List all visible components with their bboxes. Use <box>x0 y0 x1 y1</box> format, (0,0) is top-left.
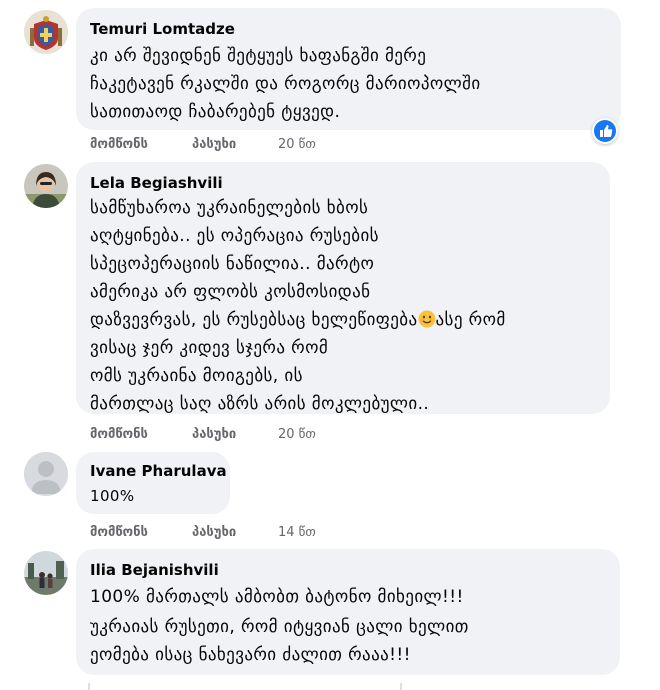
comment-author[interactable]: Lela Begiashvili <box>90 174 223 192</box>
comment-text-line: აღტყინება.. ეს ოპერაცია რუსების <box>90 226 379 246</box>
comment-text-line: ჩაკეტავენ რკალში და როგორც მარიოპოლში <box>90 74 481 94</box>
reply-button[interactable]: პასუხი <box>192 137 236 152</box>
comment-text-line: ამერიკა არ ფლობს კოსმოსიდან <box>90 282 371 302</box>
comment-text-line: მართლაც საღ აზრს არის მოკლებული.. <box>90 394 430 414</box>
comment-actions: მომწონს პასუხი 14 წთ <box>90 525 350 543</box>
comment-text-line-with-emoji: დაზვევრვას, ეს რუსებსაც ხელეწიფება ასე რ… <box>90 310 506 330</box>
comment-item: Ivane Pharulava 100% მომწონს პასუხი 14 წ… <box>0 450 660 545</box>
comment-item: Lela Begiashvili სამწუხაროა უკრაინელების… <box>0 160 660 450</box>
comment-text-line: ვისაც ჯერ კიდევ სჯერა რომ <box>90 338 329 358</box>
comment-author[interactable]: Ilia Bejanishvili <box>90 561 219 579</box>
comment-author[interactable]: Temuri Lomtadze <box>90 20 235 38</box>
comment-author[interactable]: Ivane Pharulava <box>90 462 227 480</box>
default-person-avatar[interactable] <box>24 452 68 496</box>
comment-timestamp[interactable]: 20 წთ <box>278 137 316 152</box>
comment-timestamp[interactable]: 14 წთ <box>278 525 316 540</box>
default-person-icon <box>24 452 68 496</box>
woman-photo-avatar[interactable] <box>24 164 68 208</box>
like-button[interactable]: მომწონს <box>90 525 148 540</box>
like-icon <box>600 125 613 137</box>
like-button[interactable]: მომწონს <box>90 137 148 152</box>
reaction-badge[interactable] <box>592 118 618 144</box>
outdoor-photo-icon <box>24 551 68 595</box>
comment-timestamp[interactable]: 20 წთ <box>278 427 316 442</box>
comment-text-line: ეომება ისაც ნახევარი ძალით რააა!!! <box>90 645 411 665</box>
reply-button[interactable]: პასუხი <box>192 525 236 540</box>
comment-text-line: 100% მართალს ამბობთ ბატონო მიხეილ!!! <box>90 587 464 607</box>
comment-text-line: სამწუხაროა უკრაინელების ხბოს <box>90 198 369 218</box>
comment-bubble: Ilia Bejanishvili 100% მართალს ამბობთ ბა… <box>76 549 620 675</box>
outdoor-photo-avatar[interactable] <box>24 551 68 595</box>
comment-actions: მომწონს პასუხი 20 წთ <box>90 427 350 445</box>
comment-item: Ilia Bejanishvili 100% მართალს ამბობთ ბა… <box>0 545 660 690</box>
person-photo-icon <box>24 164 68 208</box>
like-button[interactable]: მომწონს <box>90 427 148 442</box>
coat-of-arms-avatar[interactable] <box>24 10 68 54</box>
thread-connector <box>400 683 402 690</box>
comment-bubble: Ivane Pharulava 100% <box>76 452 230 514</box>
comment-item: Temuri Lomtadze კი არ შევიდნენ შეტყუეს ხ… <box>0 0 660 160</box>
comment-bubble: Lela Begiashvili სამწუხაროა უკრაინელების… <box>76 162 610 414</box>
comment-actions: მომწონს პასუხი 20 წთ <box>90 137 350 155</box>
coat-of-arms-icon <box>24 10 68 54</box>
comment-text-segment: დაზვევრვას, ეს რუსებსაც ხელეწიფება <box>90 310 418 330</box>
comment-bubble: Temuri Lomtadze კი არ შევიდნენ შეტყუეს ხ… <box>76 8 621 130</box>
comment-text-line: სათითაოდ ჩაბარებენ ტყვედ. <box>90 102 341 122</box>
comment-text-line: უკრაიას რუსეთი, რომ იტყვიან ცალი ხელით <box>90 617 469 637</box>
thread-connector <box>88 683 90 690</box>
comment-text-segment: ასე რომ <box>435 310 506 330</box>
comment-text-line: კი არ შევიდნენ შეტყუეს ხაფანგში მერე <box>90 46 427 66</box>
reply-button[interactable]: პასუხი <box>192 427 236 442</box>
comment-text-line: 100% <box>90 487 135 505</box>
smiling-face-emoji-icon <box>418 310 435 328</box>
comment-text-line: ომს უკრაინა მოიგებს, ის <box>90 366 303 386</box>
comment-text-line: სპეცოპერაციის ნაწილია.. მარტო <box>90 254 375 274</box>
comments-section: Temuri Lomtadze კი არ შევიდნენ შეტყუეს ხ… <box>0 0 660 690</box>
